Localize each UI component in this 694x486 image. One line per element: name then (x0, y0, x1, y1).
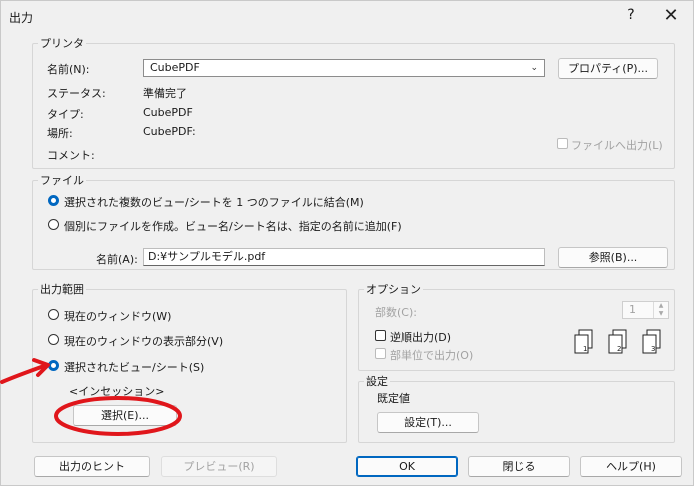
red-circle-annotation (54, 396, 182, 436)
red-arrow-annotation (0, 358, 50, 384)
annotation-overlay (0, 358, 182, 436)
